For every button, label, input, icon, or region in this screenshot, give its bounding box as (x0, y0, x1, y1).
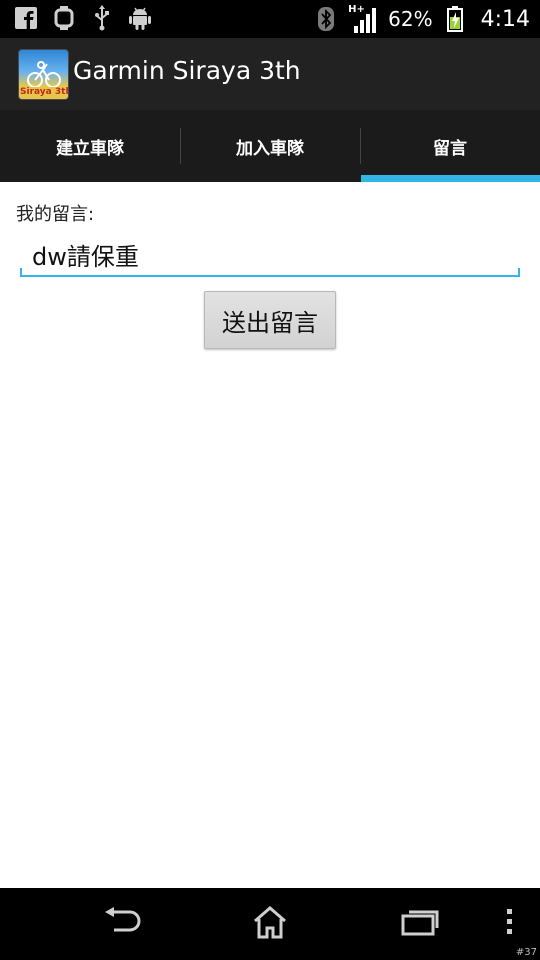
menu-button[interactable] (480, 902, 540, 946)
back-button[interactable] (92, 902, 152, 946)
input-underline-right (518, 268, 520, 277)
app-logo-icon[interactable]: Siraya 3th (18, 49, 69, 100)
watch-icon (52, 5, 76, 31)
tab-label: 留言 (433, 138, 467, 159)
message-input[interactable] (20, 233, 520, 277)
tab-bar: 建立車隊 加入車隊 留言 (0, 110, 540, 182)
app-title: Garmin Siraya 3th (73, 56, 301, 85)
tab-create-team[interactable]: 建立車隊 (0, 110, 180, 182)
navigation-bar: #37 (0, 888, 540, 960)
recent-apps-icon (401, 908, 439, 940)
android-icon (128, 5, 152, 31)
signal-icon: H+ (348, 4, 378, 34)
home-button[interactable] (240, 902, 300, 946)
app-logo-text: Siraya 3th (20, 87, 69, 97)
status-bar: H+ 62% 4:14 (0, 0, 540, 38)
send-message-button[interactable]: 送出留言 (204, 291, 336, 349)
menu-icon (505, 908, 515, 940)
tab-message[interactable]: 留言 (360, 110, 540, 182)
back-icon (102, 907, 142, 941)
home-icon (252, 905, 288, 943)
message-label: 我的留言: (16, 204, 95, 225)
facebook-icon (14, 5, 38, 31)
battery-percent: 62% (388, 7, 433, 31)
status-notifications (14, 5, 152, 31)
clock: 4:14 (480, 6, 530, 32)
tab-join-team[interactable]: 加入車隊 (180, 110, 360, 182)
tab-label: 加入車隊 (236, 138, 304, 159)
input-underline-left (20, 268, 22, 277)
tab-label: 建立車隊 (56, 138, 124, 159)
battery-icon (443, 6, 467, 32)
action-bar: Siraya 3th Garmin Siraya 3th (0, 38, 540, 110)
recent-apps-button[interactable] (390, 902, 450, 946)
watermark: #37 (515, 947, 537, 958)
status-system: H+ 62% 4:14 (314, 0, 530, 38)
bluetooth-icon (314, 6, 338, 32)
usb-icon (90, 5, 114, 31)
tab-selected-indicator (361, 175, 540, 182)
